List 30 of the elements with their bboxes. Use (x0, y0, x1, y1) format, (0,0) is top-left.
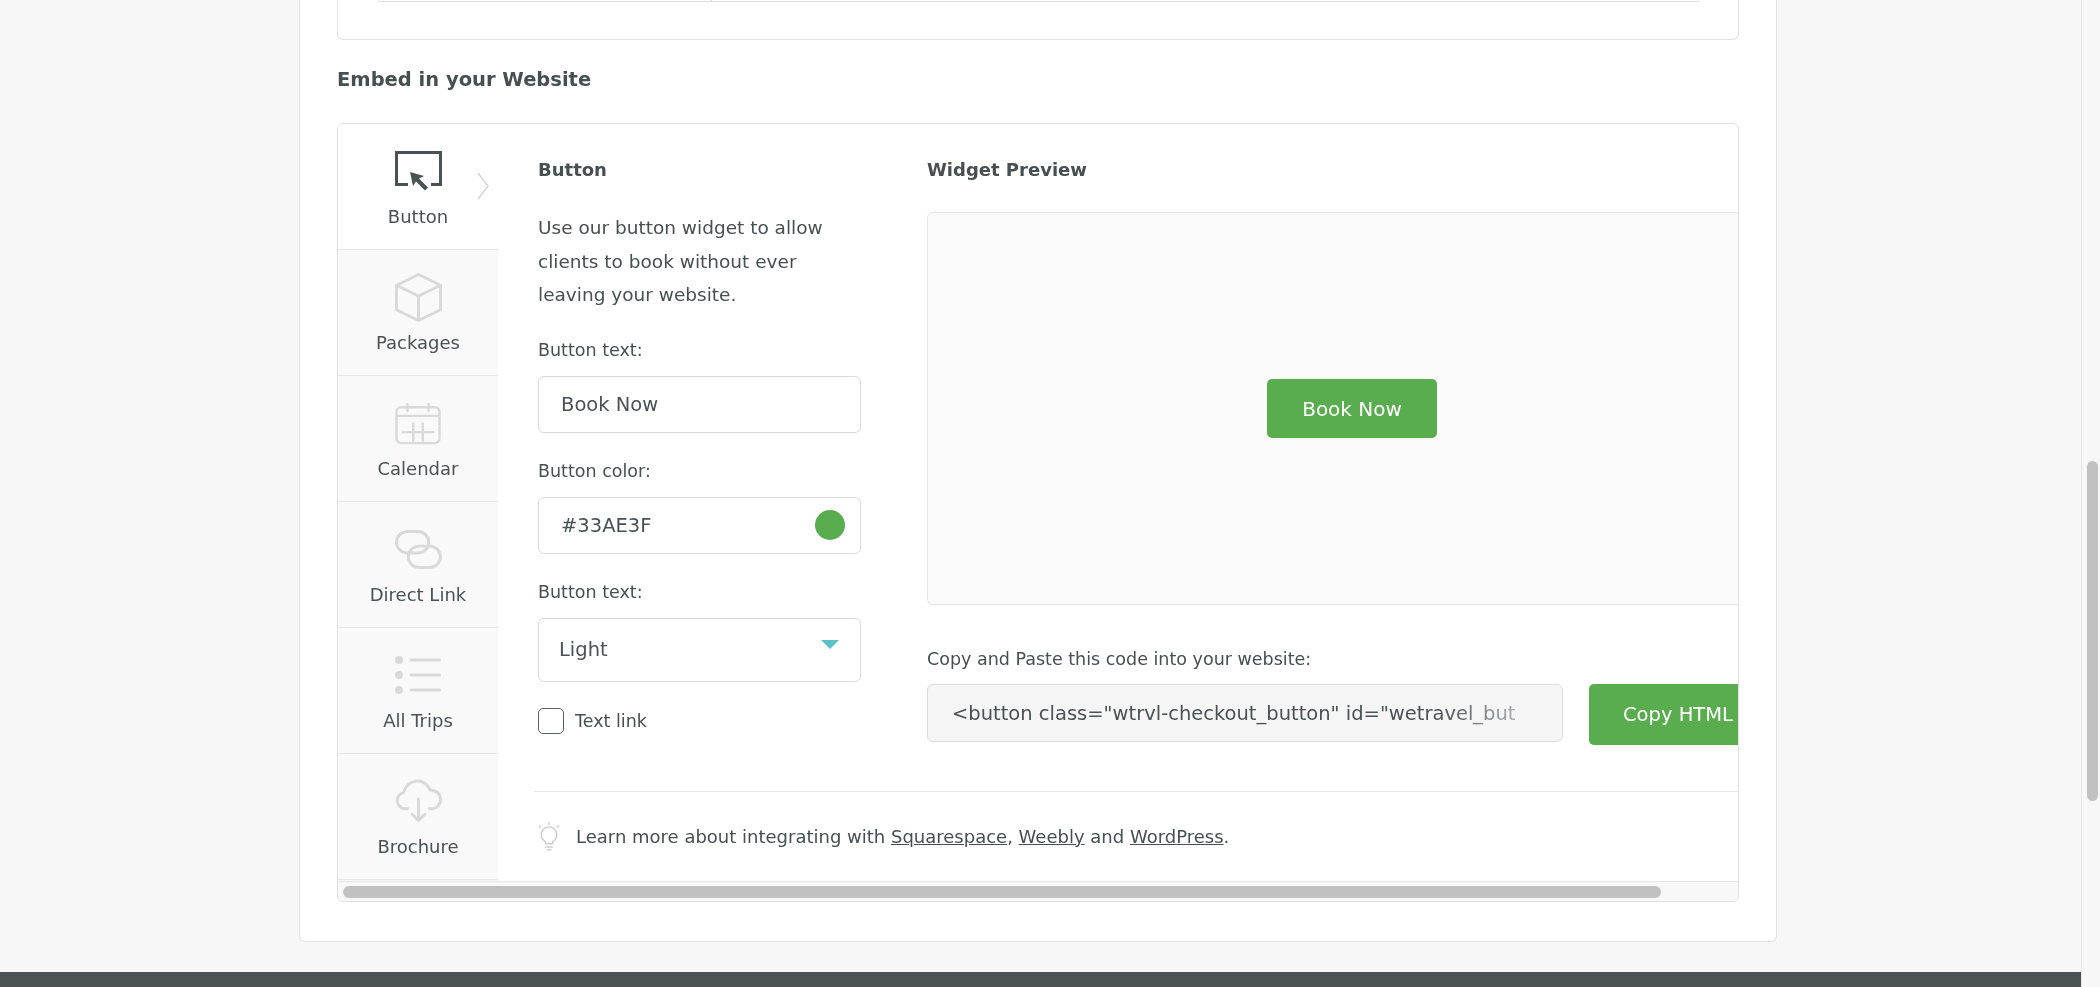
checkbox-label: Text link (575, 709, 647, 733)
field-label: Button text: (538, 580, 644, 604)
cursor-frame-icon (394, 151, 442, 191)
list-icon (395, 656, 441, 694)
chevron-right-icon (477, 172, 489, 200)
text-input[interactable]: Book Now (538, 375, 861, 433)
color-input[interactable]: #33AE3F (538, 496, 861, 554)
help-link[interactable]: Squarespace (890, 825, 1008, 847)
cube-icon (394, 272, 442, 322)
link-icon (394, 529, 442, 569)
caret-down-icon (821, 640, 839, 649)
field-label: Button text: (538, 338, 644, 362)
panel-description: Use our button widget to allow clients to book without ever leaving your website. (538, 216, 824, 307)
preview-title: Widget Preview (927, 158, 1088, 182)
panel-title: Button (538, 158, 608, 182)
cloud-download-icon (394, 779, 442, 823)
code-field[interactable]: <button class="wtrvl-checkout_button" id="wetravel_but (927, 684, 1563, 742)
widget-tab[interactable]: Button (338, 124, 498, 250)
help-text: Learn more about integrating with Squarespace, Weebly and WordPress. (576, 824, 1230, 849)
field-label: Button color: (538, 459, 652, 483)
code-label: Copy and Paste this code into your website: (927, 648, 1313, 671)
calendar-icon (395, 401, 441, 445)
scrollbar-thumb[interactable] (2087, 461, 2098, 801)
style-dropdown[interactable]: Light (538, 617, 861, 682)
help-link[interactable]: WordPress (1129, 825, 1224, 847)
checkbox[interactable] (538, 707, 564, 734)
section-title: Embed in your Website (337, 67, 593, 93)
scrollbar-thumb[interactable] (343, 886, 1661, 898)
lightbulb-icon (538, 821, 560, 852)
help-link[interactable]: Weebly (1018, 825, 1085, 847)
